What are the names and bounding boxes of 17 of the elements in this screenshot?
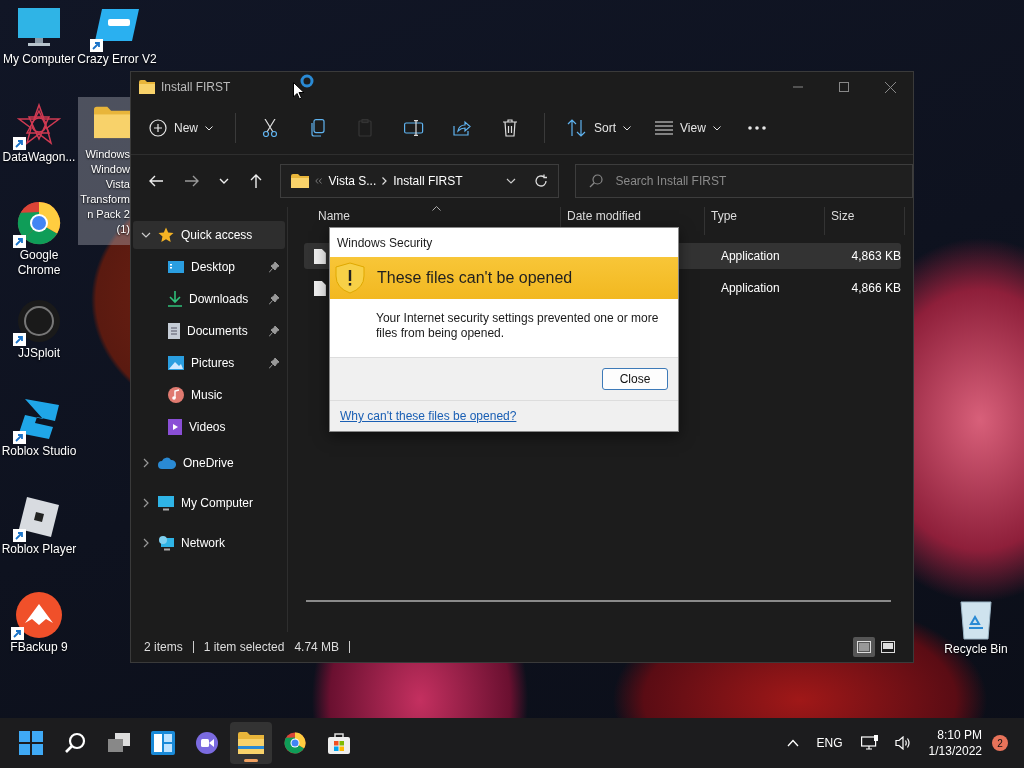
icon-label: Google Chrome	[17, 248, 61, 278]
icon-label: Crazy Error V2	[77, 52, 157, 67]
icon-label: Windows Window Vista Transform n Pack 2 (1)	[80, 147, 130, 237]
selection-size: 4.74 MB	[294, 640, 340, 654]
dialog-heading: These files can't be opened	[377, 269, 573, 287]
item-count: 2 items	[144, 640, 183, 654]
selection-count: 1 item selected	[203, 640, 285, 654]
window-title: Install FIRST	[161, 80, 231, 94]
dialog-title: Windows Security	[336, 234, 434, 252]
icon-label: JJSploit	[18, 346, 60, 361]
icon-label: FBackup 9	[10, 640, 68, 655]
icon-label: Recycle Bin	[944, 642, 1008, 657]
icon-label: My Computer	[3, 52, 75, 67]
dialog-message: Your Internet security settings prevented one or more files from being opened.	[375, 310, 660, 342]
icon-label: Roblox Studio	[1, 444, 77, 459]
icon-label: DataWagon...	[2, 150, 76, 165]
icon-label: Roblox Player	[1, 542, 77, 557]
